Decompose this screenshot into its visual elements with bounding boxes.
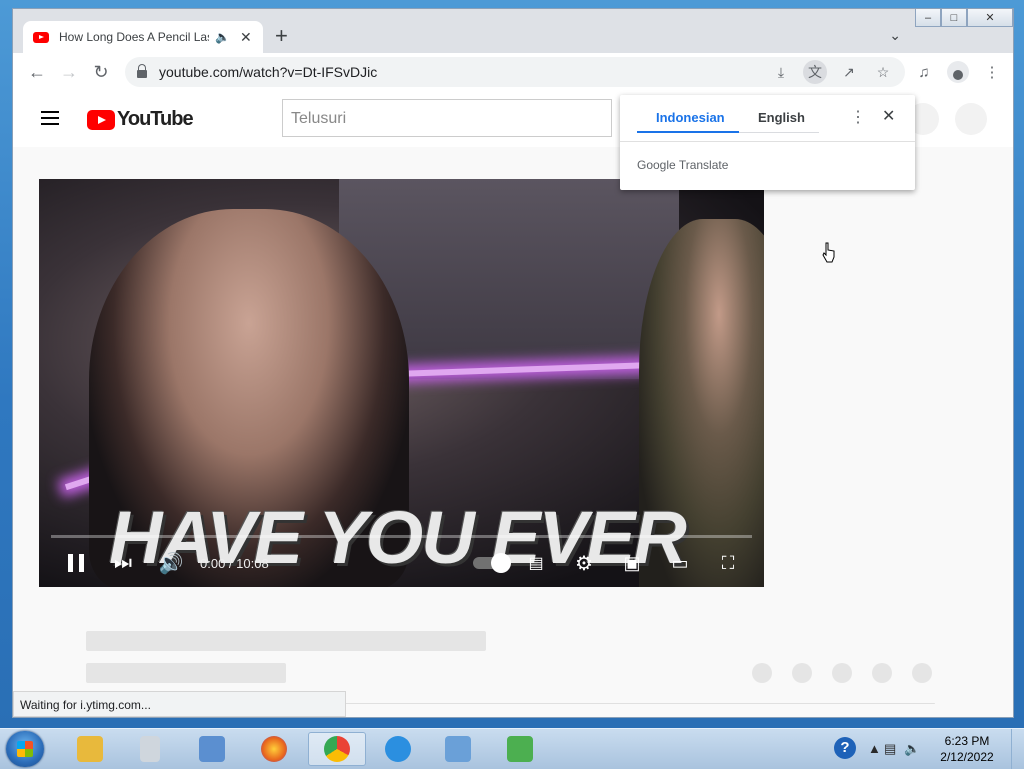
show-desktop-button[interactable]	[1011, 729, 1024, 769]
tab-source-language[interactable]: Indonesian	[656, 110, 725, 125]
taskbar-calculator[interactable]	[124, 732, 176, 766]
video-progress-bar[interactable]	[51, 535, 752, 538]
volume-button[interactable]: 🔊	[159, 549, 184, 577]
chrome-icon	[324, 736, 350, 762]
autoplay-toggle[interactable]	[471, 549, 511, 577]
miniplayer-icon[interactable]: ▣	[619, 549, 645, 577]
show-hidden-icons[interactable]: ▲	[868, 741, 881, 756]
firefox-icon	[261, 736, 287, 762]
google-translate-brand: Google Translate	[637, 158, 729, 172]
search-input[interactable]: Telusuri	[282, 99, 612, 137]
video-controls: ⏭ 🔊 0:00 / 10:08 ▤ ⚙ ▣ ▭ ⛶	[39, 545, 764, 581]
fullscreen-icon[interactable]: ⛶	[715, 549, 741, 577]
active-tab-underline	[637, 131, 739, 133]
action-placeholder	[912, 663, 932, 683]
folder-icon	[77, 736, 103, 762]
video-player[interactable]: HAVE YOU EVER ⏭ 🔊 0:00 / 10:08 ▤ ⚙ ▣ ▭ ⛶	[39, 179, 764, 587]
action-placeholder	[872, 663, 892, 683]
tab-divider	[739, 132, 819, 133]
status-bar: Waiting for i.ytimg.com...	[13, 691, 346, 717]
tab-title: How Long Does A Pencil Last?	[59, 30, 209, 44]
new-tab-button[interactable]: +	[275, 23, 288, 49]
video-time: 0:00 / 10:08	[200, 556, 269, 571]
audio-playing-icon[interactable]: 🔈	[215, 30, 230, 44]
calculator-icon	[140, 736, 160, 762]
clock-date: 2/12/2022	[940, 750, 994, 764]
system-tray: ? ▲ ▤ 🔈 6:23 PM 2/12/2022	[824, 729, 1024, 769]
taskbar-firefox[interactable]	[248, 732, 300, 766]
popup-separator	[620, 141, 915, 142]
taskbar-chart-tool[interactable]	[494, 732, 546, 766]
more-options-icon[interactable]: ⋮	[850, 107, 866, 127]
lock-icon[interactable]	[137, 64, 147, 78]
maximize-button[interactable]: □	[941, 9, 967, 27]
help-icon[interactable]: ?	[834, 737, 856, 759]
chart-icon	[507, 736, 533, 762]
browser-tab[interactable]: How Long Does A Pencil Last? 🔈 ✕	[23, 21, 263, 53]
window-caption-buttons: – □ ✕	[915, 9, 1013, 27]
volume-icon[interactable]: 🔈	[904, 741, 920, 757]
tab-target-language[interactable]: English	[758, 110, 805, 125]
url-text: youtube.com/watch?v=Dt-IFSvDJic	[159, 64, 378, 80]
tab-close-icon[interactable]: ✕	[240, 29, 252, 46]
divider	[339, 703, 935, 704]
share-icon[interactable]: ↗	[837, 60, 861, 84]
pause-button[interactable]	[65, 549, 87, 577]
mouse-cursor-icon	[822, 242, 835, 263]
chrome-window: How Long Does A Pencil Last? 🔈 ✕ + ⌄ – □…	[12, 8, 1014, 718]
internet-explorer-icon	[385, 736, 411, 762]
close-icon[interactable]: ✕	[882, 106, 895, 126]
address-bar[interactable]: youtube.com/watch?v=Dt-IFSvDJic ⤓ 文 ↗ ☆	[125, 57, 905, 87]
youtube-logo-text: YouTube	[117, 108, 194, 130]
bookmark-star-icon[interactable]: ☆	[871, 60, 895, 84]
monitor-icon	[199, 736, 225, 762]
close-window-button[interactable]: ✕	[967, 9, 1013, 27]
settings-gear-icon[interactable]: ⚙	[571, 549, 597, 577]
translate-popup: Indonesian English ⋮ ✕ Google Translate	[620, 95, 915, 190]
subtitles-icon[interactable]: ▤	[523, 549, 549, 577]
back-button[interactable]: ←	[21, 56, 53, 88]
taskbar-chrome[interactable]	[308, 732, 366, 766]
next-button[interactable]: ⏭	[111, 549, 135, 577]
taskbar: ? ▲ ▤ 🔈 6:23 PM 2/12/2022	[0, 728, 1024, 769]
profile-icon[interactable]	[945, 57, 971, 87]
install-app-icon[interactable]: ⤓	[769, 60, 793, 84]
start-button[interactable]	[6, 731, 44, 767]
taskbar-internet-explorer[interactable]	[372, 732, 424, 766]
translate-icon[interactable]: 文	[803, 60, 827, 84]
action-placeholder	[752, 663, 772, 683]
taskbar-search-tool[interactable]	[432, 732, 484, 766]
title-placeholder	[86, 631, 486, 651]
menu-kebab-icon[interactable]: ⋮	[979, 57, 1005, 87]
tab-search-chevron-icon[interactable]: ⌄	[889, 27, 901, 44]
browser-toolbar: ← → ↻ youtube.com/watch?v=Dt-IFSvDJic ⤓ …	[13, 53, 1013, 91]
tab-strip: How Long Does A Pencil Last? 🔈 ✕ + ⌄	[13, 9, 1013, 53]
avatar-placeholder[interactable]	[955, 103, 987, 135]
hamburger-menu-icon[interactable]	[41, 111, 59, 125]
youtube-favicon-icon	[33, 31, 49, 43]
search-placeholder: Telusuri	[291, 110, 347, 127]
magnifier-icon	[445, 736, 471, 762]
action-placeholder	[832, 663, 852, 683]
pause-icon	[68, 554, 84, 572]
clock[interactable]: 6:23 PM 2/12/2022	[932, 733, 1002, 765]
action-placeholder	[792, 663, 812, 683]
toolbar-right: ♫ ⋮	[911, 57, 1005, 87]
youtube-logo-icon	[87, 109, 115, 130]
reload-button[interactable]: ↻	[85, 56, 117, 88]
youtube-logo[interactable]: YouTube	[87, 108, 194, 131]
taskbar-remote-desktop[interactable]	[186, 732, 238, 766]
network-icon[interactable]: ▤	[884, 741, 896, 757]
subtitle-placeholder	[86, 663, 286, 683]
omnibox-icons: ⤓ 文 ↗ ☆	[769, 57, 895, 87]
minimize-button[interactable]: –	[915, 9, 941, 27]
clock-time: 6:23 PM	[944, 734, 990, 748]
theater-mode-icon[interactable]: ▭	[667, 549, 693, 577]
forward-button[interactable]: →	[53, 56, 85, 88]
media-controls-icon[interactable]: ♫	[911, 57, 937, 87]
taskbar-file-explorer[interactable]	[64, 732, 116, 766]
